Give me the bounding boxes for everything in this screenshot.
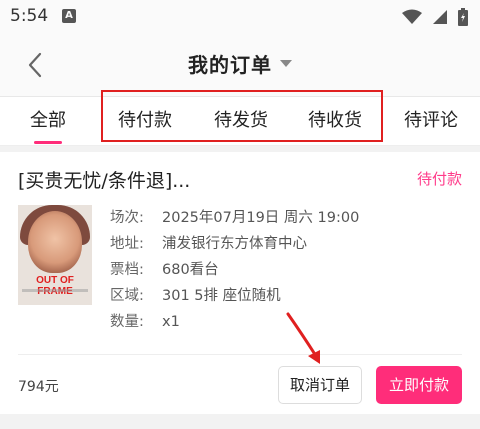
- bottom-strip: [0, 414, 480, 429]
- status-time: 5:54: [10, 6, 49, 26]
- tab-pending-payment[interactable]: 待付款: [110, 97, 180, 147]
- tab-pending-review[interactable]: 待评论: [396, 97, 466, 147]
- order-card[interactable]: [买贵无忧/条件退]... 待付款 OUT OF FRAME 场次: 2025年…: [0, 152, 480, 414]
- detail-value: 680看台: [162, 262, 219, 278]
- cancel-order-button[interactable]: 取消订单: [278, 366, 362, 404]
- notification-icon: A: [62, 9, 76, 23]
- detail-key: 区域:: [110, 288, 144, 304]
- nav-bar: 我的订单: [0, 34, 480, 96]
- tab-pending-shipment[interactable]: 待发货: [206, 97, 276, 147]
- detail-session: 场次: 2025年07月19日 周六 19:00: [110, 205, 359, 231]
- event-poster-image: OUT OF FRAME: [18, 205, 92, 305]
- detail-key: 地址:: [110, 236, 144, 252]
- battery-icon: [458, 8, 468, 26]
- order-price: 794元: [18, 379, 59, 395]
- tab-pending-receipt[interactable]: 待收货: [300, 97, 370, 147]
- status-bar: 5:54 A: [0, 0, 480, 34]
- detail-area: 区域: 301 5排 座位随机: [110, 283, 359, 309]
- detail-value: x1: [162, 314, 180, 330]
- detail-quantity: 数量: x1: [110, 309, 359, 335]
- poster-subline: [22, 289, 88, 292]
- detail-value: 浦发银行东方体育中心: [162, 236, 307, 252]
- order-title: [买贵无忧/条件退]...: [18, 170, 191, 192]
- wifi-icon: [402, 9, 422, 24]
- page-title-container: 我的订单: [0, 49, 480, 78]
- order-status-badge: 待付款: [416, 170, 462, 188]
- detail-key: 票档:: [110, 262, 144, 278]
- detail-value: 301 5排 座位随机: [162, 288, 281, 304]
- poster-logo-text: OUT OF FRAME: [36, 275, 74, 297]
- detail-key: 场次:: [110, 210, 144, 226]
- signal-icon: [433, 10, 447, 24]
- detail-address: 地址: 浦发银行东方体育中心: [110, 231, 359, 257]
- divider: [18, 354, 462, 355]
- order-type-dropdown[interactable]: 我的订单: [188, 49, 292, 78]
- detail-value: 2025年07月19日 周六 19:00: [162, 210, 360, 226]
- status-icons: [402, 8, 468, 26]
- detail-ticket-tier: 票档: 680看台: [110, 257, 359, 283]
- order-tabs: 全部 待付款 待发货 待收货 待评论: [0, 96, 480, 146]
- order-details: 场次: 2025年07月19日 周六 19:00 地址: 浦发银行东方体育中心 …: [110, 205, 359, 335]
- tab-all[interactable]: 全部: [18, 97, 78, 147]
- caret-down-icon: [280, 60, 292, 67]
- page-title: 我的订单: [188, 53, 272, 77]
- poster-face: [28, 211, 82, 273]
- pay-now-button[interactable]: 立即付款: [376, 366, 462, 404]
- detail-key: 数量:: [110, 314, 144, 330]
